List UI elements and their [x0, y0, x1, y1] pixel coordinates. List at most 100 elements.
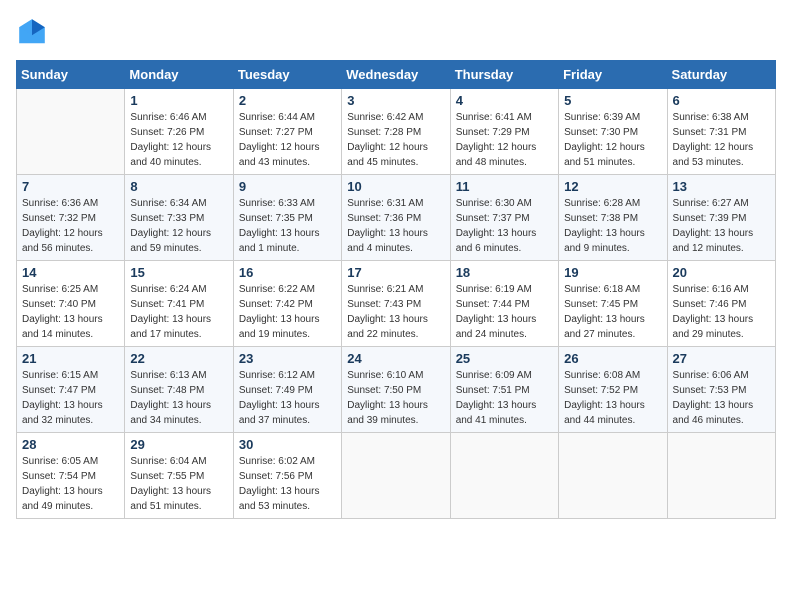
day-info: Sunrise: 6:06 AMSunset: 7:53 PMDaylight:…: [673, 368, 770, 428]
logo-icon: [16, 16, 48, 48]
calendar-cell: 22 Sunrise: 6:13 AMSunset: 7:48 PMDayligh…: [125, 347, 233, 433]
calendar-cell: 5 Sunrise: 6:39 AMSunset: 7:30 PMDaylight…: [559, 89, 667, 175]
day-number: 10: [347, 179, 444, 194]
calendar-cell: [342, 433, 450, 519]
day-number: 26: [564, 351, 661, 366]
calendar-cell: 3 Sunrise: 6:42 AMSunset: 7:28 PMDaylight…: [342, 89, 450, 175]
day-number: 9: [239, 179, 336, 194]
day-info: Sunrise: 6:12 AMSunset: 7:49 PMDaylight:…: [239, 368, 336, 428]
day-number: 8: [130, 179, 227, 194]
calendar-cell: 8 Sunrise: 6:34 AMSunset: 7:33 PMDaylight…: [125, 175, 233, 261]
calendar-cell: 29 Sunrise: 6:04 AMSunset: 7:55 PMDayligh…: [125, 433, 233, 519]
day-number: 12: [564, 179, 661, 194]
day-number: 29: [130, 437, 227, 452]
calendar-cell: [667, 433, 775, 519]
calendar-cell: 27 Sunrise: 6:06 AMSunset: 7:53 PMDayligh…: [667, 347, 775, 433]
calendar-cell: 23 Sunrise: 6:12 AMSunset: 7:49 PMDayligh…: [233, 347, 341, 433]
day-number: 28: [22, 437, 119, 452]
calendar-cell: 30 Sunrise: 6:02 AMSunset: 7:56 PMDayligh…: [233, 433, 341, 519]
day-info: Sunrise: 6:42 AMSunset: 7:28 PMDaylight:…: [347, 110, 444, 170]
calendar-cell: 7 Sunrise: 6:36 AMSunset: 7:32 PMDaylight…: [17, 175, 125, 261]
calendar-week-1: 1 Sunrise: 6:46 AMSunset: 7:26 PMDaylight…: [17, 89, 776, 175]
calendar-cell: 4 Sunrise: 6:41 AMSunset: 7:29 PMDaylight…: [450, 89, 558, 175]
day-number: 13: [673, 179, 770, 194]
calendar-table: SundayMondayTuesdayWednesdayThursdayFrid…: [16, 60, 776, 519]
day-number: 7: [22, 179, 119, 194]
day-info: Sunrise: 6:36 AMSunset: 7:32 PMDaylight:…: [22, 196, 119, 256]
calendar-cell: 13 Sunrise: 6:27 AMSunset: 7:39 PMDayligh…: [667, 175, 775, 261]
calendar-week-2: 7 Sunrise: 6:36 AMSunset: 7:32 PMDaylight…: [17, 175, 776, 261]
calendar-week-4: 21 Sunrise: 6:15 AMSunset: 7:47 PMDayligh…: [17, 347, 776, 433]
calendar-cell: 25Sunrise: 6:09 AMSunset: 7:51 PMDayligh…: [450, 347, 558, 433]
logo: [16, 16, 52, 48]
day-info: Sunrise: 6:44 AMSunset: 7:27 PMDaylight:…: [239, 110, 336, 170]
day-info: Sunrise: 6:04 AMSunset: 7:55 PMDaylight:…: [130, 454, 227, 514]
calendar-cell: 24 Sunrise: 6:10 AMSunset: 7:50 PMDayligh…: [342, 347, 450, 433]
day-info: Sunrise: 6:46 AMSunset: 7:26 PMDaylight:…: [130, 110, 227, 170]
day-number: 30: [239, 437, 336, 452]
calendar-cell: [17, 89, 125, 175]
weekday-saturday: Saturday: [667, 61, 775, 89]
day-number: 4: [456, 93, 553, 108]
calendar-cell: 14 Sunrise: 6:25 AMSunset: 7:40 PMDayligh…: [17, 261, 125, 347]
day-info: Sunrise: 6:10 AMSunset: 7:50 PMDaylight:…: [347, 368, 444, 428]
day-number: 1: [130, 93, 227, 108]
day-info: Sunrise: 6:25 AMSunset: 7:40 PMDaylight:…: [22, 282, 119, 342]
day-number: 17: [347, 265, 444, 280]
day-info: Sunrise: 6:08 AMSunset: 7:52 PMDaylight:…: [564, 368, 661, 428]
day-info: Sunrise: 6:24 AMSunset: 7:41 PMDaylight:…: [130, 282, 227, 342]
day-number: 22: [130, 351, 227, 366]
day-info: Sunrise: 6:39 AMSunset: 7:30 PMDaylight:…: [564, 110, 661, 170]
calendar-cell: [559, 433, 667, 519]
calendar-cell: 20 Sunrise: 6:16 AMSunset: 7:46 PMDayligh…: [667, 261, 775, 347]
day-info: Sunrise: 6:05 AMSunset: 7:54 PMDaylight:…: [22, 454, 119, 514]
day-info: Sunrise: 6:18 AMSunset: 7:45 PMDaylight:…: [564, 282, 661, 342]
day-info: Sunrise: 6:41 AMSunset: 7:29 PMDaylight:…: [456, 110, 553, 170]
weekday-friday: Friday: [559, 61, 667, 89]
day-number: 20: [673, 265, 770, 280]
day-info: Sunrise: 6:21 AMSunset: 7:43 PMDaylight:…: [347, 282, 444, 342]
day-number: 23: [239, 351, 336, 366]
calendar-cell: 9Sunrise: 6:33 AMSunset: 7:35 PMDaylight…: [233, 175, 341, 261]
weekday-monday: Monday: [125, 61, 233, 89]
day-number: 14: [22, 265, 119, 280]
calendar-cell: [450, 433, 558, 519]
day-info: Sunrise: 6:27 AMSunset: 7:39 PMDaylight:…: [673, 196, 770, 256]
calendar-cell: 17 Sunrise: 6:21 AMSunset: 7:43 PMDayligh…: [342, 261, 450, 347]
day-number: 11: [456, 179, 553, 194]
page-header: [16, 16, 776, 48]
day-number: 3: [347, 93, 444, 108]
day-info: Sunrise: 6:13 AMSunset: 7:48 PMDaylight:…: [130, 368, 227, 428]
weekday-tuesday: Tuesday: [233, 61, 341, 89]
day-number: 2: [239, 93, 336, 108]
day-info: Sunrise: 6:02 AMSunset: 7:56 PMDaylight:…: [239, 454, 336, 514]
day-info: Sunrise: 6:22 AMSunset: 7:42 PMDaylight:…: [239, 282, 336, 342]
calendar-cell: 26 Sunrise: 6:08 AMSunset: 7:52 PMDayligh…: [559, 347, 667, 433]
day-number: 27: [673, 351, 770, 366]
day-info: Sunrise: 6:28 AMSunset: 7:38 PMDaylight:…: [564, 196, 661, 256]
weekday-sunday: Sunday: [17, 61, 125, 89]
calendar-cell: 6 Sunrise: 6:38 AMSunset: 7:31 PMDaylight…: [667, 89, 775, 175]
day-number: 15: [130, 265, 227, 280]
day-info: Sunrise: 6:15 AMSunset: 7:47 PMDaylight:…: [22, 368, 119, 428]
day-number: 18: [456, 265, 553, 280]
day-number: 6: [673, 93, 770, 108]
day-info: Sunrise: 6:16 AMSunset: 7:46 PMDaylight:…: [673, 282, 770, 342]
calendar-cell: 28 Sunrise: 6:05 AMSunset: 7:54 PMDayligh…: [17, 433, 125, 519]
day-number: 19: [564, 265, 661, 280]
day-info: Sunrise: 6:38 AMSunset: 7:31 PMDaylight:…: [673, 110, 770, 170]
calendar-cell: 2 Sunrise: 6:44 AMSunset: 7:27 PMDaylight…: [233, 89, 341, 175]
weekday-thursday: Thursday: [450, 61, 558, 89]
calendar-cell: 16Sunrise: 6:22 AMSunset: 7:42 PMDayligh…: [233, 261, 341, 347]
calendar-cell: 10Sunrise: 6:31 AMSunset: 7:36 PMDayligh…: [342, 175, 450, 261]
calendar-cell: 11Sunrise: 6:30 AMSunset: 7:37 PMDayligh…: [450, 175, 558, 261]
day-info: Sunrise: 6:19 AMSunset: 7:44 PMDaylight:…: [456, 282, 553, 342]
day-info: Sunrise: 6:34 AMSunset: 7:33 PMDaylight:…: [130, 196, 227, 256]
weekday-header-row: SundayMondayTuesdayWednesdayThursdayFrid…: [17, 61, 776, 89]
calendar-cell: 19 Sunrise: 6:18 AMSunset: 7:45 PMDayligh…: [559, 261, 667, 347]
calendar-cell: 15 Sunrise: 6:24 AMSunset: 7:41 PMDayligh…: [125, 261, 233, 347]
day-number: 24: [347, 351, 444, 366]
day-number: 5: [564, 93, 661, 108]
calendar-week-3: 14 Sunrise: 6:25 AMSunset: 7:40 PMDayligh…: [17, 261, 776, 347]
day-number: 21: [22, 351, 119, 366]
